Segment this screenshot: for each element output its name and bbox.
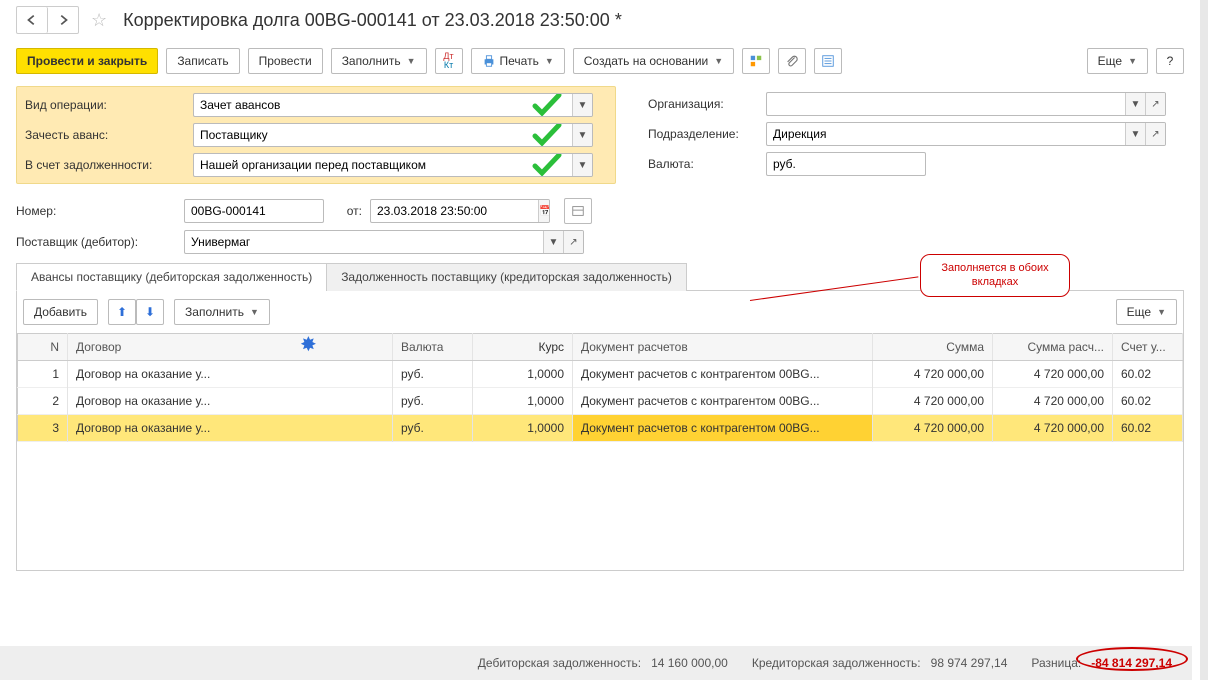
dept-label: Подразделение: <box>648 127 758 141</box>
date-field[interactable]: 📅 <box>370 199 550 223</box>
highlighted-params: Вид операции: ▼ Зачесть аванс: ▼ <box>16 86 616 184</box>
org-label: Организация: <box>648 97 758 111</box>
dropdown-icon[interactable]: ▼ <box>1125 93 1145 115</box>
more-button[interactable]: Еще▼ <box>1087 48 1148 74</box>
number-label: Номер: <box>16 204 176 218</box>
cred-value: 98 974 297,14 <box>931 656 1008 670</box>
help-button[interactable]: ? <box>1156 48 1184 74</box>
nav-back-forward <box>16 6 79 34</box>
col-rate[interactable]: Курс <box>473 334 573 361</box>
col-n[interactable]: N <box>18 334 68 361</box>
favorite-icon[interactable]: ☆ <box>91 10 107 31</box>
forward-button[interactable] <box>48 7 78 33</box>
fill-button[interactable]: Заполнить▼ <box>331 48 427 74</box>
advance-field[interactable]: ▼ <box>193 123 593 147</box>
table-row[interactable]: 1Договор на оказание у...руб.1,0000Докум… <box>18 361 1183 388</box>
against-input[interactable] <box>194 154 572 176</box>
number-input[interactable] <box>185 200 324 222</box>
col-amount[interactable]: Сумма <box>873 334 993 361</box>
currency-label: Валюта: <box>648 157 758 171</box>
from-label: от: <box>332 204 362 218</box>
fill-rows-button[interactable]: Заполнить▼ <box>174 299 270 325</box>
col-amount2[interactable]: Сумма расч... <box>993 334 1113 361</box>
save-button[interactable]: Записать <box>166 48 239 74</box>
dropdown-icon[interactable]: ▼ <box>572 94 592 116</box>
col-currency[interactable]: Валюта <box>393 334 473 361</box>
open-icon[interactable]: ↗ <box>1145 93 1165 115</box>
open-icon[interactable]: ↗ <box>1145 123 1165 145</box>
page-title: Корректировка долга 00BG-000141 от 23.03… <box>123 10 622 31</box>
advance-input[interactable] <box>194 124 572 146</box>
list-icon[interactable] <box>814 48 842 74</box>
diff-label: Разница: <box>1031 656 1081 670</box>
extra-icon[interactable] <box>564 198 592 224</box>
deb-value: 14 160 000,00 <box>651 656 728 670</box>
attach-icon[interactable] <box>778 48 806 74</box>
print-button[interactable]: Печать▼ <box>471 48 565 74</box>
table-row[interactable]: 2Договор на оказание у...руб.1,0000Докум… <box>18 388 1183 415</box>
status-footer: Дебиторская задолженность: 14 160 000,00… <box>0 646 1192 680</box>
org-input[interactable] <box>767 93 1125 115</box>
tab-advances[interactable]: Авансы поставщику (дебиторская задолженн… <box>16 263 327 291</box>
currency-input[interactable] <box>767 153 926 175</box>
post-and-close-button[interactable]: Провести и закрыть <box>16 48 158 74</box>
dropdown-icon[interactable]: ▼ <box>543 231 563 253</box>
supplier-input[interactable] <box>185 231 543 253</box>
table-more-button[interactable]: Еще▼ <box>1116 299 1177 325</box>
open-icon[interactable]: ↗ <box>563 231 583 253</box>
post-button[interactable]: Провести <box>248 48 323 74</box>
currency-field[interactable]: ▼ ↗ <box>766 152 926 176</box>
supplier-label: Поставщик (дебитор): <box>16 235 176 249</box>
advance-label: Зачесть аванс: <box>25 128 185 142</box>
op-type-label: Вид операции: <box>25 98 185 112</box>
dropdown-icon[interactable]: ▼ <box>572 154 592 176</box>
structure-icon[interactable] <box>742 48 770 74</box>
op-type-field[interactable]: ▼ <box>193 93 593 117</box>
supplier-field[interactable]: ▼ ↗ <box>184 230 584 254</box>
add-row-button[interactable]: Добавить <box>23 299 98 325</box>
tab-debt[interactable]: Задолженность поставщику (кредиторская з… <box>326 263 687 291</box>
move-up-button[interactable]: ⬆ <box>108 299 136 325</box>
table-row[interactable]: 3Договор на оказание у...руб.1,0000Докум… <box>18 415 1183 442</box>
rows-table: N Договор Валюта Курс Документ расчетов … <box>17 333 1183 442</box>
against-label: В счет задолженности: <box>25 158 185 172</box>
date-input[interactable] <box>371 200 538 222</box>
org-field[interactable]: ▼ ↗ <box>766 92 1166 116</box>
against-field[interactable]: ▼ <box>193 153 593 177</box>
dept-input[interactable] <box>767 123 1125 145</box>
op-type-input[interactable] <box>194 94 572 116</box>
dropdown-icon[interactable]: ▼ <box>572 124 592 146</box>
create-based-button[interactable]: Создать на основании▼ <box>573 48 734 74</box>
calendar-icon[interactable]: 📅 <box>538 200 550 222</box>
number-field[interactable] <box>184 199 324 223</box>
col-acct[interactable]: Счет у... <box>1113 334 1183 361</box>
dt-kt-button[interactable]: ДтКт <box>435 48 463 74</box>
col-doc[interactable]: Документ расчетов <box>573 334 873 361</box>
deb-label: Дебиторская задолженность: <box>478 656 641 670</box>
dept-field[interactable]: ▼ ↗ <box>766 122 1166 146</box>
dropdown-icon[interactable]: ▼ <box>1125 123 1145 145</box>
diff-value: -84 814 297,14 <box>1091 656 1172 670</box>
callout-annotation: Заполняется в обоих вкладках <box>920 254 1070 297</box>
col-contract[interactable]: Договор <box>68 334 393 361</box>
back-button[interactable] <box>17 7 48 33</box>
move-down-button[interactable]: ⬇ <box>136 299 164 325</box>
cred-label: Кредиторская задолженность: <box>752 656 921 670</box>
